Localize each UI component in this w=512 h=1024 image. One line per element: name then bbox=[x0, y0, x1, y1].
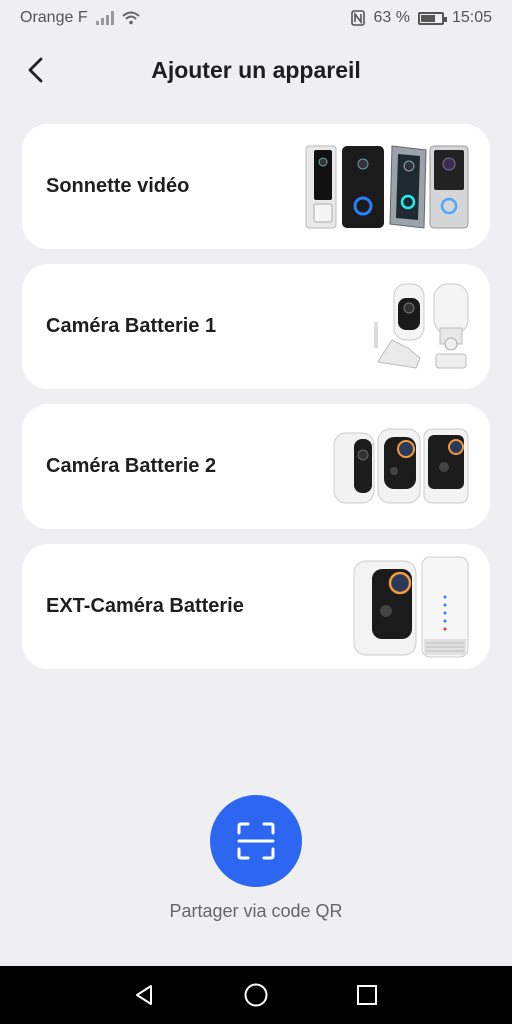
device-name: EXT-Caméra Batterie bbox=[46, 595, 244, 617]
ext-battery-camera-image bbox=[352, 555, 470, 659]
device-card-battery-camera-2[interactable]: Caméra Batterie 2 bbox=[22, 404, 490, 529]
home-circle-icon bbox=[244, 983, 268, 1007]
battery-icon bbox=[417, 11, 447, 25]
battery-camera-2-image bbox=[332, 427, 470, 507]
status-left: Orange F bbox=[20, 9, 140, 27]
status-right: 63 % 15:05 bbox=[351, 9, 492, 27]
header: Ajouter un appareil bbox=[0, 44, 512, 96]
battery-percent: 63 % bbox=[373, 9, 410, 26]
video-doorbell-image bbox=[304, 144, 470, 230]
nav-recents-button[interactable] bbox=[347, 975, 387, 1015]
recents-square-icon bbox=[356, 985, 377, 1005]
qr-share-label: Partager via code QR bbox=[169, 901, 343, 921]
device-card-ext-battery-camera[interactable]: EXT-Caméra Batterie bbox=[22, 544, 490, 669]
chevron-left-icon bbox=[28, 57, 43, 83]
nav-back-button[interactable] bbox=[125, 975, 165, 1015]
wifi-icon bbox=[121, 11, 140, 25]
signal-icon bbox=[95, 11, 114, 25]
battery-fill bbox=[420, 14, 435, 22]
device-name: Caméra Batterie 2 bbox=[46, 455, 217, 477]
nav-home-button[interactable] bbox=[236, 975, 276, 1015]
back-button[interactable] bbox=[18, 52, 54, 88]
qr-scan-icon bbox=[237, 822, 275, 860]
clock: 15:05 bbox=[451, 9, 492, 26]
device-list: Sonnette vidéo Caméra Batterie 1 Caméra … bbox=[22, 124, 490, 669]
nav-bar bbox=[0, 966, 512, 1024]
nfc-icon bbox=[351, 10, 366, 26]
battery-camera-1-image bbox=[372, 282, 470, 372]
device-card-battery-camera-1[interactable]: Caméra Batterie 1 bbox=[22, 264, 490, 389]
back-triangle-icon bbox=[136, 985, 153, 1005]
device-name: Sonnette vidéo bbox=[46, 175, 190, 197]
device-name: Caméra Batterie 1 bbox=[46, 315, 217, 337]
device-card-video-doorbell[interactable]: Sonnette vidéo bbox=[22, 124, 490, 249]
qr-share-button[interactable] bbox=[210, 795, 302, 887]
status-bar: Orange F 63 % 15:05 bbox=[0, 0, 512, 36]
page-title: Ajouter un appareil bbox=[151, 56, 361, 83]
carrier-label: Orange F bbox=[20, 9, 88, 26]
